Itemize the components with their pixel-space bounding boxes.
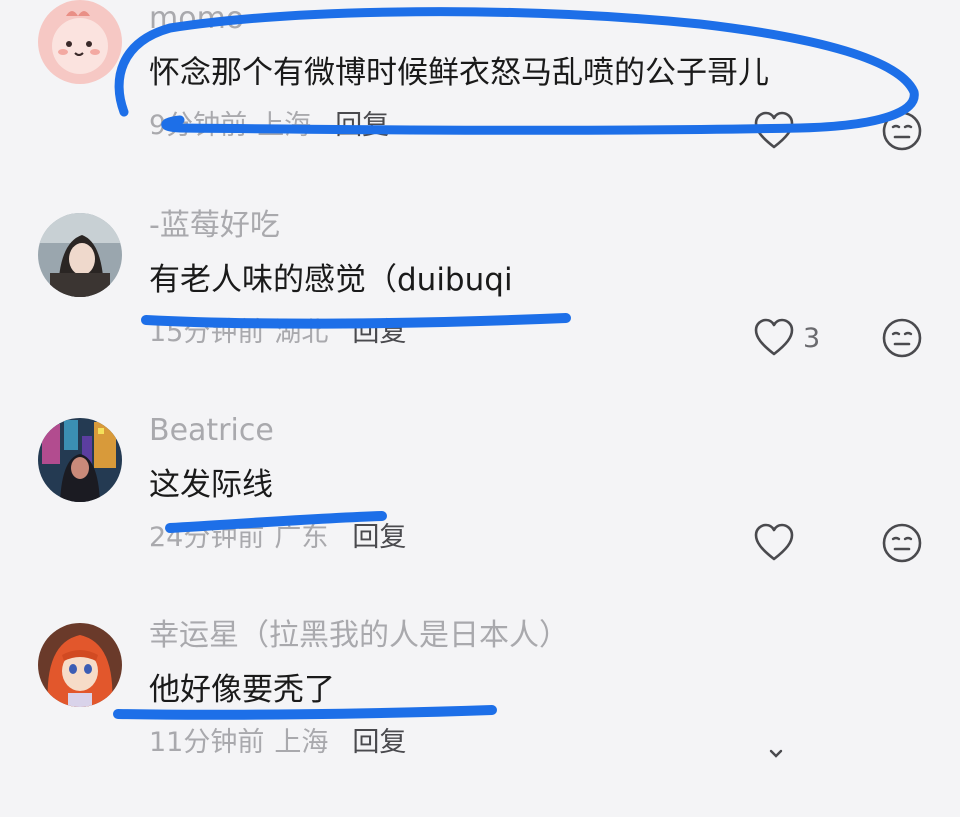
avatar[interactable] <box>38 418 122 502</box>
heart-icon <box>754 111 794 149</box>
neutral-face-icon <box>882 111 922 151</box>
comment-text: 怀念那个有微博时候鲜衣怒马乱喷的公子哥儿 <box>149 55 769 91</box>
comment-location: 广东 <box>274 522 329 553</box>
comment-meta: 15分钟前 湖北 回复 <box>149 319 416 346</box>
comment-time: 9分钟前 <box>149 110 248 141</box>
comment-time: 24分钟前 <box>149 522 265 553</box>
comment-location: 湖北 <box>274 317 329 348</box>
comment-item: momo 怀念那个有微博时候鲜衣怒马乱喷的公子哥儿 9分钟前 上海 回复 <box>0 0 960 200</box>
username[interactable]: Beatrice <box>149 416 274 446</box>
reply-button[interactable]: 回复 <box>352 522 406 553</box>
reply-button[interactable]: 回复 <box>352 317 406 348</box>
reply-button[interactable]: 回复 <box>352 727 406 758</box>
reply-button[interactable]: 回复 <box>335 110 389 141</box>
username[interactable]: 幸运星（拉黑我的人是日本人） <box>149 621 569 651</box>
comment-text: 他好像要秃了 <box>149 672 335 708</box>
comment-meta: 11分钟前 上海 回复 <box>149 729 416 756</box>
dislike-button[interactable] <box>881 522 923 564</box>
neutral-face-icon <box>882 318 922 358</box>
comment-text: 这发际线 <box>149 467 273 503</box>
comment-item: -蓝莓好吃 有老人味的感觉（duibuqi 15分钟前 湖北 回复 3 <box>0 207 960 407</box>
comment-location: 上海 <box>257 110 312 141</box>
like-button[interactable]: 3 <box>753 315 820 361</box>
like-count: 3 <box>803 322 821 354</box>
comment-text: 有老人味的感觉（duibuqi <box>149 262 513 298</box>
heart-icon <box>754 318 794 356</box>
neutral-face-icon <box>882 523 922 563</box>
avatar[interactable] <box>38 623 122 707</box>
dislike-button[interactable] <box>881 110 923 152</box>
comment-item: Beatrice 这发际线 24分钟前 广东 回复 <box>0 412 960 612</box>
comment-meta: 24分钟前 广东 回复 <box>149 524 416 551</box>
username[interactable]: momo <box>149 4 244 34</box>
comment-time: 15分钟前 <box>149 317 265 348</box>
chevron-down-icon[interactable] <box>768 748 784 760</box>
comment-meta: 9分钟前 上海 回复 <box>149 112 399 139</box>
username[interactable]: -蓝莓好吃 <box>149 211 280 241</box>
comment-item: 幸运星（拉黑我的人是日本人） 他好像要秃了 11分钟前 上海 回复 <box>0 617 960 817</box>
dislike-button[interactable] <box>881 317 923 359</box>
like-button[interactable] <box>753 108 803 154</box>
avatar[interactable] <box>38 213 122 297</box>
comment-time: 11分钟前 <box>149 727 265 758</box>
avatar[interactable] <box>38 0 122 84</box>
like-button[interactable] <box>753 520 803 566</box>
comment-location: 上海 <box>274 727 329 758</box>
heart-icon <box>754 523 794 561</box>
